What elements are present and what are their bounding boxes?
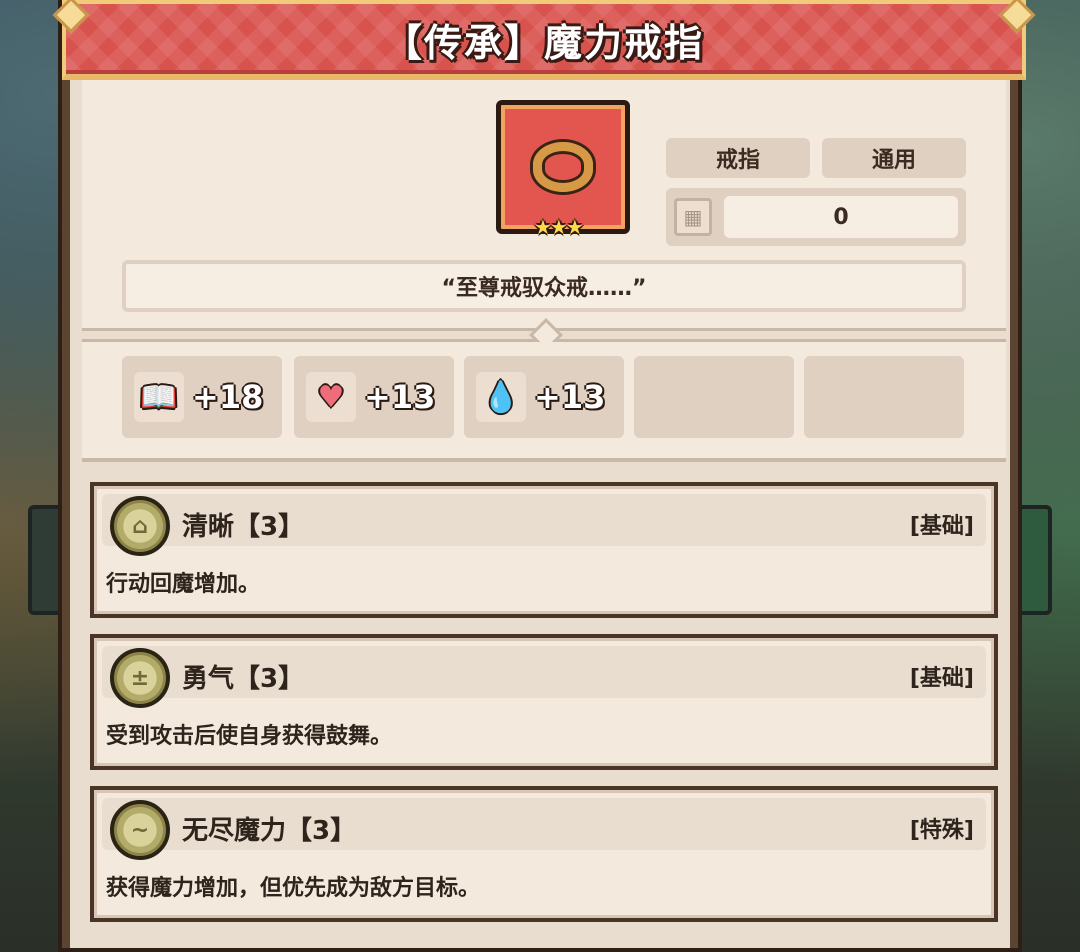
skill-header: ~ 无尽魔力【3】 [特殊] bbox=[102, 798, 986, 860]
star-rating: ★★★ bbox=[534, 215, 584, 239]
stat-empty-slot bbox=[634, 356, 794, 438]
skill-name: 清晰【3】 bbox=[182, 512, 305, 542]
tag-type: 戒指 bbox=[666, 138, 810, 178]
skill-header: ⌂ 清晰【3】 [基础] bbox=[102, 494, 986, 556]
skill-card-courage[interactable]: ± 勇气【3】 [基础] 受到攻击后使自身获得鼓舞。 bbox=[90, 634, 998, 770]
stat-value: +13 bbox=[364, 378, 436, 416]
stat-empty-slot bbox=[804, 356, 964, 438]
item-quote: “至尊戒驭众戒……” bbox=[122, 260, 966, 312]
skill-coin-icon: ± bbox=[110, 648, 170, 708]
stats-section: 📖 +18 ♥ +13 💧 +13 bbox=[82, 342, 1006, 462]
skill-coin-icon: ⌂ bbox=[110, 496, 170, 556]
item-detail-panel: 【传承】魔力戒指 ★★★ 戒指 通用 ▦ 0 “至尊戒驭众戒……” 📖 +18 … bbox=[52, 0, 1036, 952]
item-title: 【传承】魔力戒指 bbox=[383, 20, 704, 65]
stat-mana: 💧 +13 bbox=[464, 356, 624, 438]
ring-icon[interactable]: ★★★ bbox=[496, 100, 630, 239]
slot-icon: ▦ bbox=[674, 198, 712, 236]
title-bar: 【传承】魔力戒指 bbox=[52, 0, 1036, 80]
item-info-section: ★★★ 戒指 通用 ▦ 0 “至尊戒驭众戒……” bbox=[82, 80, 1006, 328]
water-drop-icon: 💧 bbox=[476, 372, 526, 422]
skill-coin-icon: ~ bbox=[110, 800, 170, 860]
skill-card-endless-magic[interactable]: ~ 无尽魔力【3】 [特殊] 获得魔力增加，但优先成为敌方目标。 bbox=[90, 786, 998, 922]
section-divider bbox=[82, 318, 1006, 352]
skill-description: 行动回魔增加。 bbox=[106, 572, 261, 597]
skill-description: 获得魔力增加，但优先成为敌方目标。 bbox=[106, 876, 481, 901]
value-row: ▦ 0 bbox=[666, 188, 966, 246]
item-value: 0 bbox=[724, 196, 958, 238]
ring-glyph bbox=[533, 142, 593, 192]
skill-name: 无尽魔力【3】 bbox=[182, 816, 357, 846]
skill-type: [基础] bbox=[909, 514, 974, 539]
stat-value: +13 bbox=[534, 378, 606, 416]
skill-header: ± 勇气【3】 [基础] bbox=[102, 646, 986, 708]
stat-intellect: 📖 +18 bbox=[122, 356, 282, 438]
skill-type: [基础] bbox=[909, 666, 974, 691]
skill-description: 受到攻击后使自身获得鼓舞。 bbox=[106, 724, 393, 749]
heart-icon: ♥ bbox=[306, 372, 356, 422]
skill-name: 勇气【3】 bbox=[182, 664, 305, 694]
stat-health: ♥ +13 bbox=[294, 356, 454, 438]
stat-value: +18 bbox=[192, 378, 264, 416]
tag-class: 通用 bbox=[822, 138, 966, 178]
skill-type: [特殊] bbox=[909, 818, 974, 843]
book-icon: 📖 bbox=[134, 372, 184, 422]
title-corner-left bbox=[52, 0, 90, 34]
skill-card-clarity[interactable]: ⌂ 清晰【3】 [基础] 行动回魔增加。 bbox=[90, 482, 998, 618]
